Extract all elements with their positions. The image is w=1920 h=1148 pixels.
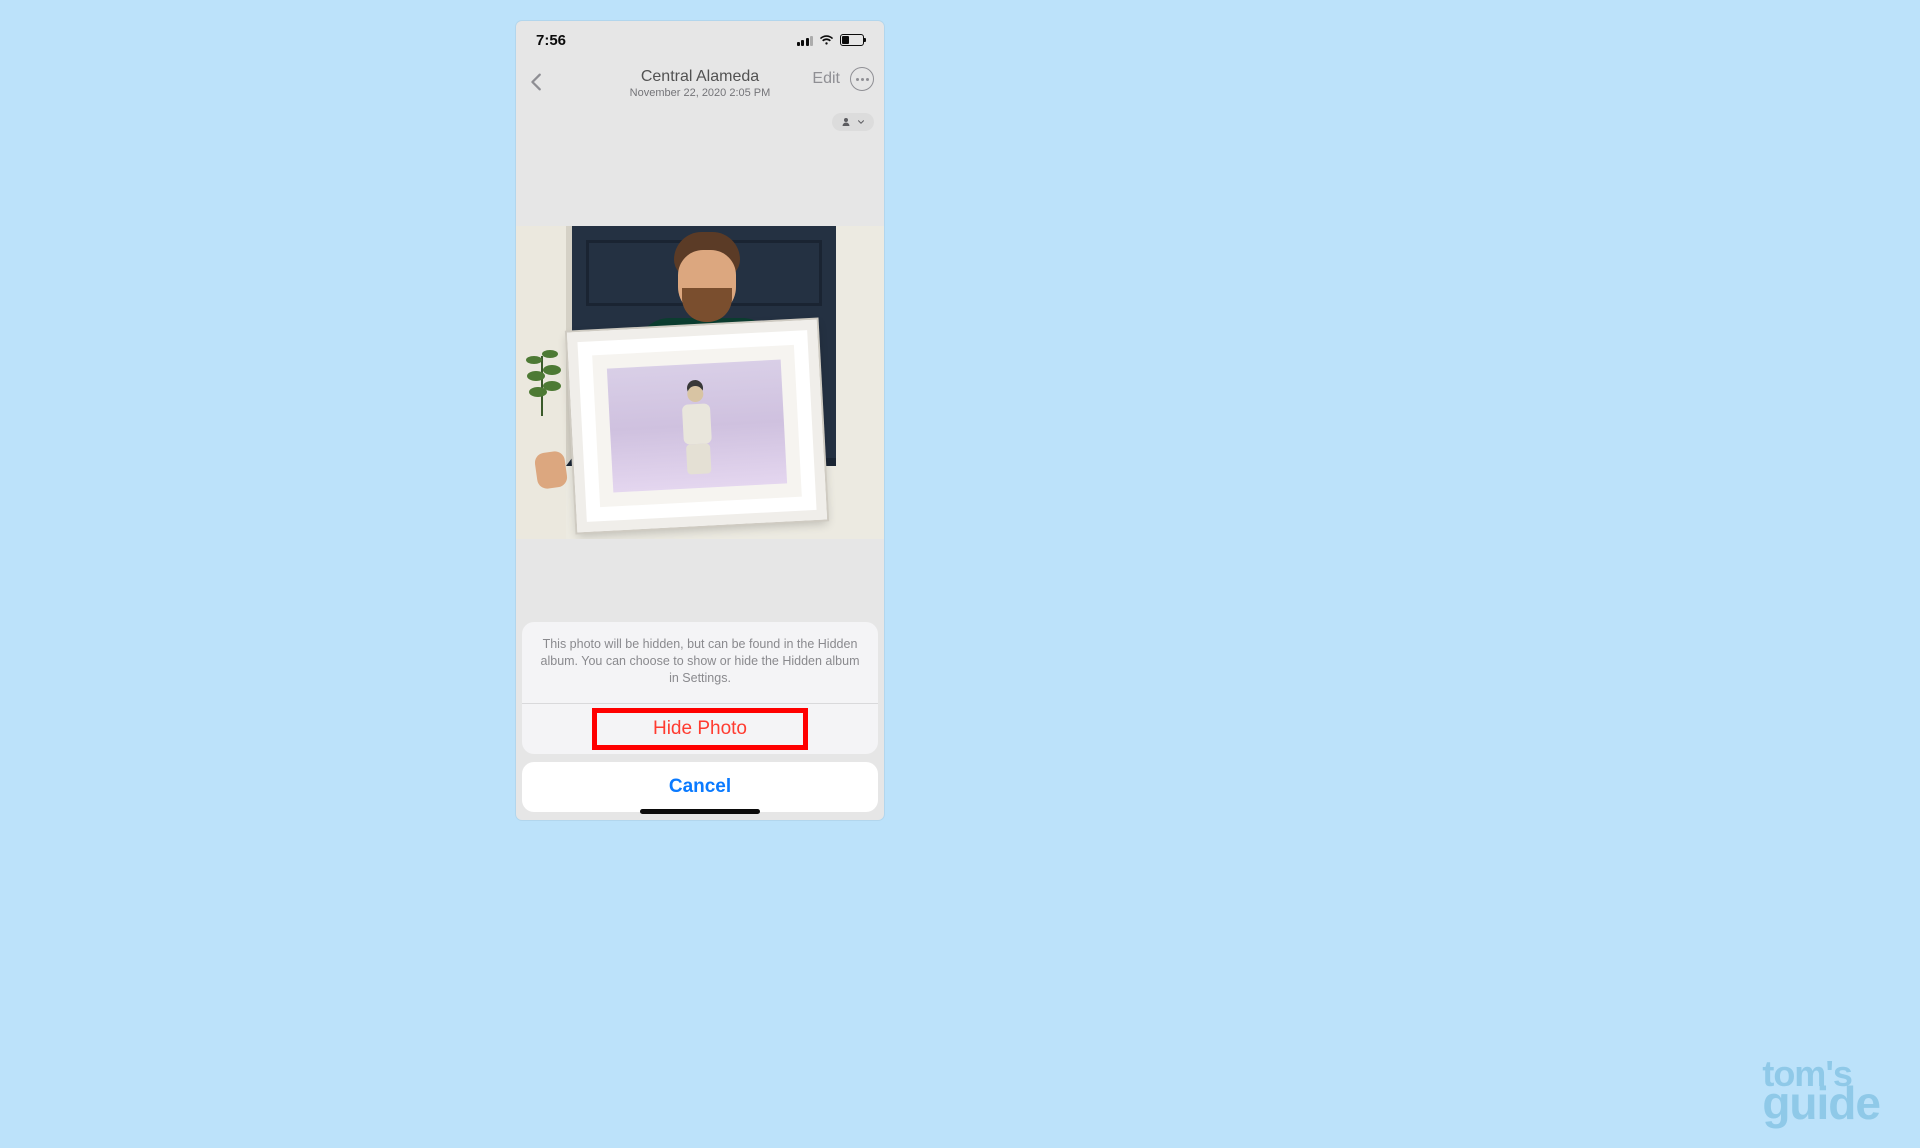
chevron-down-icon xyxy=(856,117,866,127)
home-indicator[interactable] xyxy=(640,809,760,814)
tutorial-highlight xyxy=(592,708,808,750)
nav-header: Central Alameda November 22, 2020 2:05 P… xyxy=(516,59,884,109)
nav-title: Central Alameda xyxy=(630,68,771,86)
photo-viewer[interactable] xyxy=(516,226,884,539)
status-right-cluster xyxy=(797,34,865,46)
nav-subtitle: November 22, 2020 2:05 PM xyxy=(630,87,771,100)
action-sheet: This photo will be hidden, but can be fo… xyxy=(516,622,884,820)
nav-title-block: Central Alameda November 22, 2020 2:05 P… xyxy=(630,68,771,100)
person-icon xyxy=(840,116,852,128)
photo-content xyxy=(516,226,884,539)
more-options-icon[interactable] xyxy=(850,67,874,91)
status-time: 7:56 xyxy=(536,32,566,49)
action-sheet-panel: This photo will be hidden, but can be fo… xyxy=(522,622,878,754)
plant-illustration xyxy=(522,326,564,416)
back-chevron-icon[interactable] xyxy=(526,71,548,93)
toolbar-row xyxy=(516,109,884,131)
nav-right-actions: Edit xyxy=(812,67,874,91)
cellular-signal-icon xyxy=(797,35,814,46)
cancel-button[interactable]: Cancel xyxy=(522,762,878,812)
wifi-icon xyxy=(819,35,834,46)
edit-button[interactable]: Edit xyxy=(812,70,840,88)
watermark-logo: tom's guide xyxy=(1762,1060,1880,1122)
battery-icon xyxy=(840,34,864,46)
hide-photo-button[interactable]: Hide Photo xyxy=(522,704,878,754)
cancel-label: Cancel xyxy=(669,776,731,797)
status-bar: 7:56 xyxy=(516,21,884,59)
iphone-screenshot: 7:56 Central Alameda November 22, 2020 2… xyxy=(516,21,884,820)
people-dropdown[interactable] xyxy=(832,113,874,131)
action-sheet-message: This photo will be hidden, but can be fo… xyxy=(522,622,878,704)
watermark-line2: guide xyxy=(1762,1086,1880,1122)
